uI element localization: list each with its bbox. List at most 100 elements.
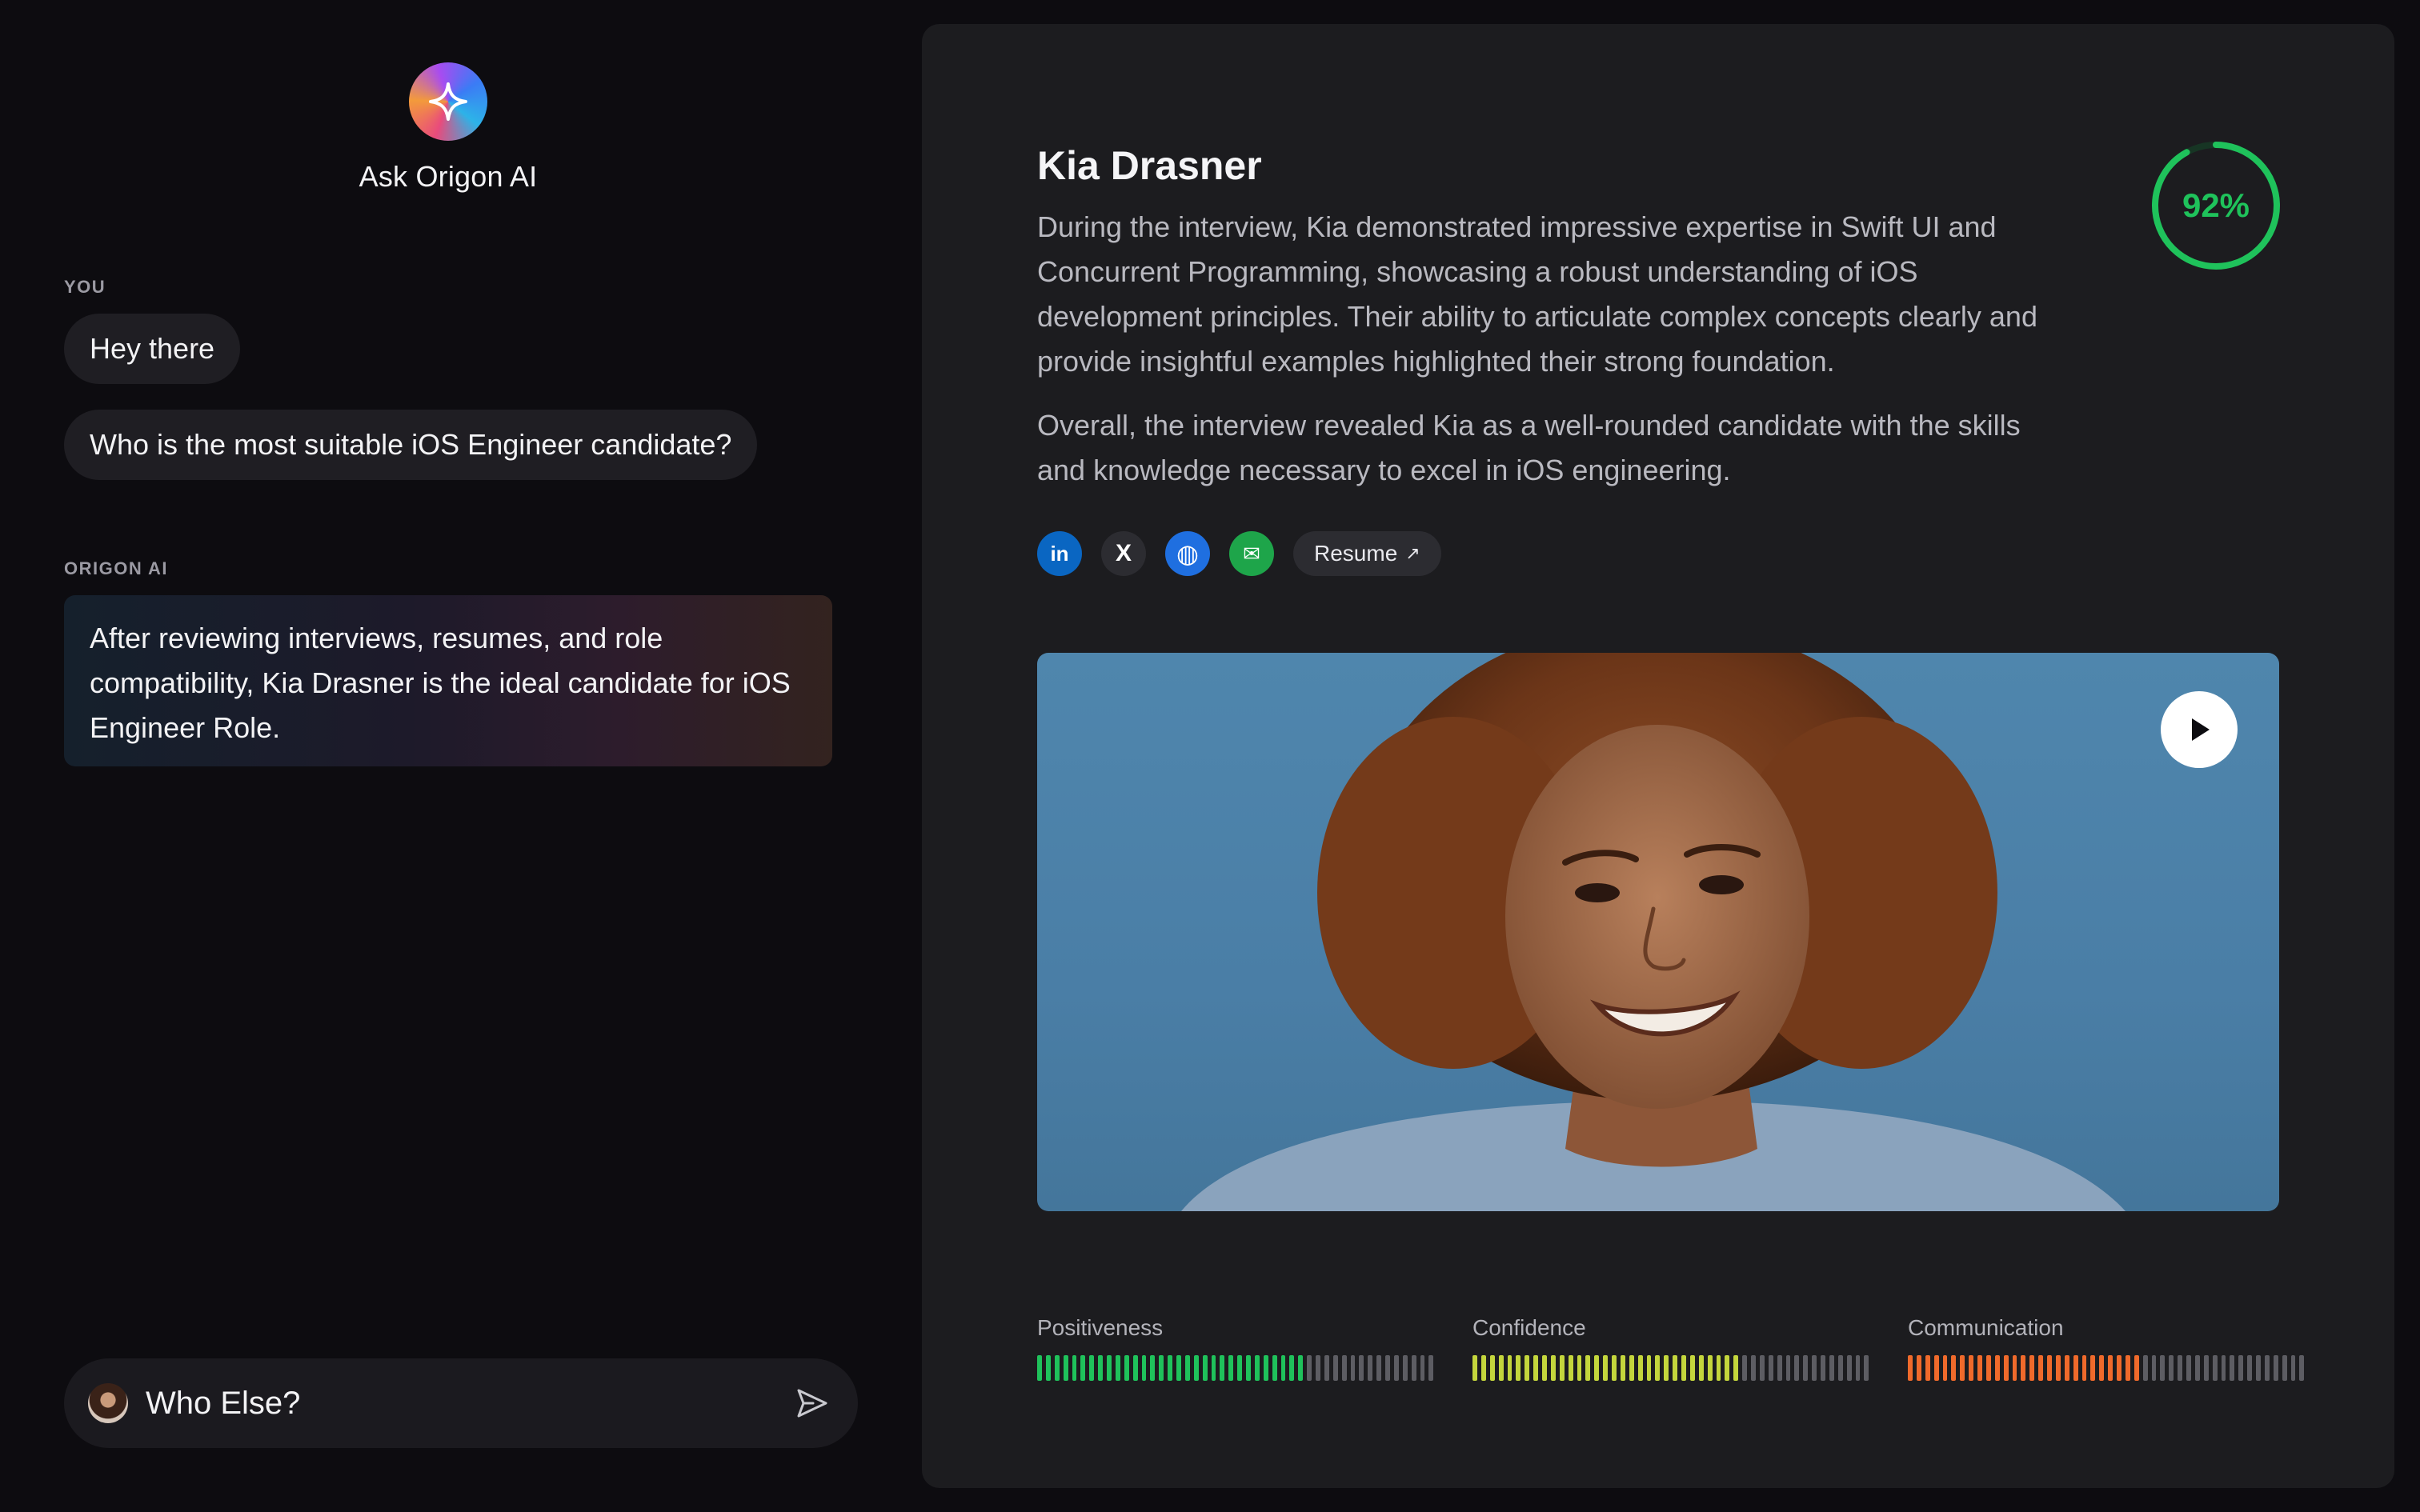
metric-bar-segment	[2047, 1355, 2052, 1381]
metric-bar-segment	[1533, 1355, 1538, 1381]
metric-bar-segment	[1977, 1355, 1982, 1381]
metric-bar-segment	[2247, 1355, 2252, 1381]
metric-bar-segment	[2038, 1355, 2043, 1381]
metric-bar-segment	[1577, 1355, 1582, 1381]
metric-bar-segment	[1341, 1355, 1347, 1381]
metric-bar-segment	[2230, 1355, 2235, 1381]
metric-bar-segment	[2273, 1355, 2278, 1381]
candidate-photo	[1181, 653, 2126, 1211]
app-title: Ask Origon AI	[359, 160, 538, 193]
metric-bar-segment	[1689, 1355, 1695, 1381]
metric-bar-segment	[1272, 1355, 1277, 1381]
play-icon	[2192, 718, 2210, 741]
candidate-links: in X ◍ ✉ Resume ↗	[1037, 531, 1441, 576]
metric-bar-segment	[2264, 1355, 2270, 1381]
metric-bar-segment	[1359, 1355, 1364, 1381]
metric-bar-segment	[2073, 1355, 2078, 1381]
resume-button[interactable]: Resume ↗	[1293, 531, 1441, 576]
metric-bar-segment	[1908, 1355, 1913, 1381]
metric-bar-segment	[1107, 1355, 1112, 1381]
match-score: 92%	[2150, 139, 2282, 272]
metric-bar-segment	[1612, 1355, 1617, 1381]
metric-bar-segment	[1393, 1355, 1399, 1381]
globe-icon[interactable]: ◍	[1165, 531, 1210, 576]
metric-bar-segment	[1812, 1355, 1817, 1381]
metric-bar-segment	[2238, 1355, 2244, 1381]
metric-bar-segment	[2117, 1355, 2122, 1381]
metric-bar-segment	[2290, 1355, 2296, 1381]
message-input[interactable]	[146, 1385, 789, 1422]
metric-bar-segment	[1280, 1355, 1286, 1381]
metric-bar-segment	[1751, 1355, 1756, 1381]
metric-bar-segment	[1620, 1355, 1625, 1381]
metric-bar-segment	[1246, 1355, 1251, 1381]
metric-bar-segment	[1585, 1355, 1591, 1381]
metric-bar-segment	[1168, 1355, 1172, 1381]
metric-bar-segment	[1707, 1355, 1713, 1381]
metric-bar-segment	[1480, 1355, 1486, 1381]
metric-bar-segment	[1985, 1355, 1991, 1381]
metric-bar-segment	[2090, 1355, 2096, 1381]
metric-bar-segment	[2012, 1355, 2017, 1381]
metric-label: Communication	[1908, 1315, 2064, 1340]
metric-bar-segment	[2003, 1355, 2009, 1381]
metric-bar-segment	[1211, 1355, 1216, 1381]
metric-bar-segment	[1228, 1355, 1234, 1381]
metric-bar-segment	[1664, 1355, 1669, 1381]
metric-bar-segment	[1969, 1355, 1973, 1381]
metric-bar-segment	[2178, 1355, 2182, 1381]
interview-video[interactable]	[1037, 653, 2279, 1211]
metric-bar-segment	[1220, 1355, 1225, 1381]
metric-bar-segment	[2134, 1355, 2139, 1381]
send-button[interactable]	[789, 1381, 834, 1426]
metric-bar-segment	[1376, 1355, 1381, 1381]
mail-icon[interactable]: ✉	[1229, 531, 1274, 576]
metric-bar-segment	[1193, 1355, 1199, 1381]
ai-label: ORIGON AI	[64, 558, 169, 578]
metric-bar-segment	[1594, 1355, 1600, 1381]
metric-bar-segment	[1837, 1355, 1843, 1381]
metric-bar-segment	[1829, 1355, 1834, 1381]
metric-communication: Communication	[1908, 1315, 2308, 1381]
x-icon[interactable]: X	[1101, 531, 1146, 576]
metric-bar-segment	[1237, 1355, 1242, 1381]
metric-bar-segment	[1559, 1355, 1565, 1381]
metric-bar-segment	[1785, 1355, 1791, 1381]
metric-bar-segment	[2186, 1355, 2191, 1381]
metric-bar-segment	[1098, 1355, 1103, 1381]
metric-bar-segment	[1159, 1355, 1164, 1381]
metric-bar-segment	[1768, 1355, 1773, 1381]
metric-bar-segment	[1725, 1355, 1730, 1381]
metric-bar-segment	[2256, 1355, 2261, 1381]
avatar	[88, 1383, 128, 1423]
metric-bar-segment	[1124, 1355, 1129, 1381]
metric-bar-segment	[1498, 1355, 1504, 1381]
metric-bar-segment	[1629, 1355, 1634, 1381]
external-link-icon: ↗	[1405, 543, 1420, 563]
metric-positiveness: Positiveness	[1037, 1315, 1437, 1381]
metric-bar-segment	[1681, 1355, 1686, 1381]
candidate-panel: Kia Drasner During the interview, Kia de…	[922, 24, 2394, 1488]
metric-bar-segment	[1655, 1355, 1661, 1381]
metric-bar-segment	[1507, 1355, 1512, 1381]
metric-bar-segment	[1646, 1355, 1652, 1381]
metric-bar-segment	[2221, 1355, 2226, 1381]
metric-bar-segment	[2282, 1355, 2287, 1381]
play-button[interactable]	[2161, 691, 2238, 768]
metric-bar-segment	[1141, 1355, 1147, 1381]
metric-bar-segment	[1402, 1355, 1408, 1381]
metric-bar-segment	[2064, 1355, 2069, 1381]
brand: Ask Origon AI	[0, 62, 896, 194]
metric-bar-segment	[2203, 1355, 2209, 1381]
metric-bar-segment	[2151, 1355, 2157, 1381]
metric-bar-segment	[1759, 1355, 1765, 1381]
metric-bar-segment	[1368, 1355, 1373, 1381]
sparkle-logo-icon	[409, 62, 487, 141]
metric-bar-segment	[1332, 1355, 1338, 1381]
metric-bar-segment	[2142, 1355, 2148, 1381]
metric-bar-segment	[1316, 1355, 1320, 1381]
metric-bar-segment	[2081, 1355, 2087, 1381]
metric-bar-segment	[1925, 1355, 1930, 1381]
linkedin-icon[interactable]: in	[1037, 531, 1082, 576]
chat-panel: Ask Origon AI YOU Hey there Who is the m…	[0, 0, 912, 1512]
